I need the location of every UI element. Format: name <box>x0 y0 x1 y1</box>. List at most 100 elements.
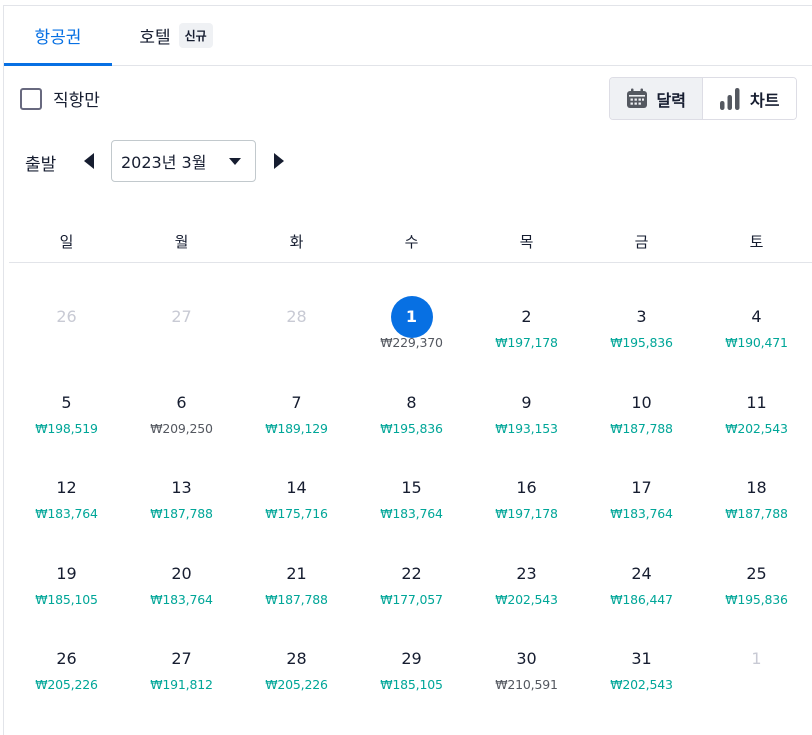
calendar-day[interactable]: 18 ₩187,788 <box>699 467 812 537</box>
day-price: ₩187,788 <box>725 506 788 521</box>
calendar-day: 1 <box>699 638 812 708</box>
direct-only-label: 직항만 <box>53 91 100 111</box>
day-price: ₩202,543 <box>725 420 788 436</box>
day-price: ₩195,836 <box>610 335 673 350</box>
day-number: 29 <box>401 649 422 668</box>
weekday-label: 화 <box>289 233 304 251</box>
day-number: 13 <box>171 478 192 497</box>
tab-flights[interactable]: 항공권 <box>4 6 112 66</box>
month-select[interactable]: 2023년 3월 <box>111 140 256 182</box>
day-number: 7 <box>291 392 302 412</box>
day-price: ₩205,226 <box>265 677 328 692</box>
day-price: ₩191,812 <box>150 677 213 692</box>
calendar-day[interactable]: 5 ₩198,519 <box>9 382 124 452</box>
day-price: ₩185,105 <box>380 677 443 692</box>
day-number: 24 <box>631 563 652 583</box>
day-number: 10 <box>631 392 652 412</box>
day-price: ₩205,226 <box>35 677 98 692</box>
day-number: 27 <box>171 649 192 668</box>
calendar-day[interactable]: 7 ₩189,129 <box>239 382 354 452</box>
calendar-day[interactable]: 22 ₩177,057 <box>354 553 469 623</box>
direct-only-filter[interactable]: 직항만 <box>20 86 100 111</box>
day-number: 4 <box>751 307 762 326</box>
day-number: 19 <box>56 563 77 583</box>
calendar-day[interactable]: 30 ₩210,591 <box>469 638 584 708</box>
calendar-day[interactable]: 31 ₩202,543 <box>584 638 699 708</box>
arrow-left-icon[interactable] <box>82 152 96 170</box>
bar-chart-icon <box>720 87 740 110</box>
calendar-day[interactable]: 23 ₩202,543 <box>469 553 584 623</box>
day-price: ₩190,471 <box>725 335 788 350</box>
weekday-label: 금 <box>634 233 649 251</box>
calendar-day[interactable]: 20 ₩183,764 <box>124 553 239 623</box>
calendar-day[interactable]: 24 ₩186,447 <box>584 553 699 623</box>
tab-hotels[interactable]: 호텔 신규 <box>116 6 236 65</box>
day-number: 1 <box>390 296 433 338</box>
view-toggle: 달력 차트 <box>609 77 797 120</box>
calendar-day[interactable]: 13 ₩187,788 <box>124 467 239 537</box>
chart-view-label: 차트 <box>750 90 780 110</box>
calendar-day[interactable]: 29 ₩185,105 <box>354 638 469 708</box>
calendar-day[interactable]: 10 ₩187,788 <box>584 382 699 452</box>
arrow-right-icon[interactable] <box>272 152 286 170</box>
day-number: 5 <box>61 392 72 412</box>
day-price: ₩195,836 <box>725 591 788 607</box>
weekday-header: 일월화수목금토 <box>9 219 812 263</box>
day-price: ₩210,591 <box>495 677 558 692</box>
day-number: 14 <box>286 478 307 497</box>
calendar-day[interactable]: 9 ₩193,153 <box>469 382 584 452</box>
calendar-day[interactable]: 26 ₩205,226 <box>9 638 124 708</box>
day-number: 21 <box>286 563 307 583</box>
day-price: ₩197,178 <box>495 506 558 521</box>
day-number: 30 <box>516 649 537 668</box>
day-price: ₩183,764 <box>150 591 213 607</box>
calendar-view-button[interactable]: 달력 <box>610 78 703 119</box>
day-number: 18 <box>746 478 767 497</box>
day-price: ₩197,178 <box>495 335 558 350</box>
weekday-label: 토 <box>749 233 764 251</box>
day-number: 26 <box>56 649 77 668</box>
calendar-day[interactable]: 14 ₩175,716 <box>239 467 354 537</box>
calendar-day[interactable]: 1 ₩229,370 <box>354 296 469 366</box>
calendar-day[interactable]: 2 ₩197,178 <box>469 296 584 366</box>
day-number: 20 <box>171 563 192 583</box>
day-price: ₩189,129 <box>265 420 328 436</box>
weekday-label: 월 <box>174 233 189 251</box>
day-number: 27 <box>171 307 192 326</box>
day-price: ₩175,716 <box>265 506 328 521</box>
calendar-day[interactable]: 28 ₩205,226 <box>239 638 354 708</box>
day-number: 22 <box>401 563 422 583</box>
calendar-day[interactable]: 6 ₩209,250 <box>124 382 239 452</box>
day-number: 6 <box>176 392 187 412</box>
day-number: 26 <box>56 307 77 326</box>
calendar-day[interactable]: 15 ₩183,764 <box>354 467 469 537</box>
new-badge: 신규 <box>178 23 213 48</box>
calendar-day[interactable]: 3 ₩195,836 <box>584 296 699 366</box>
chart-view-button[interactable]: 차트 <box>702 78 796 119</box>
calendar-day[interactable]: 4 ₩190,471 <box>699 296 812 366</box>
tab-flights-label: 항공권 <box>34 28 82 48</box>
day-number: 8 <box>406 392 417 412</box>
calendar-day[interactable]: 11 ₩202,543 <box>699 382 812 452</box>
weekday-label: 수 <box>404 233 419 251</box>
day-price: ₩202,543 <box>495 591 558 607</box>
calendar-day[interactable]: 21 ₩187,788 <box>239 553 354 623</box>
calendar-day[interactable]: 12 ₩183,764 <box>9 467 124 537</box>
day-price: ₩198,519 <box>35 420 98 436</box>
calendar-day[interactable]: 27 ₩191,812 <box>124 638 239 708</box>
day-price: ₩177,057 <box>380 591 443 607</box>
calendar-day[interactable]: 8 ₩195,836 <box>354 382 469 452</box>
calendar-day[interactable]: 16 ₩197,178 <box>469 467 584 537</box>
day-price: ₩202,543 <box>610 677 673 692</box>
weekday-label: 목 <box>519 233 534 251</box>
calendar-day[interactable]: 25 ₩195,836 <box>699 553 812 623</box>
day-price: ₩229,370 <box>380 335 443 350</box>
calendar-day[interactable]: 19 ₩185,105 <box>9 553 124 623</box>
day-number: 2 <box>521 307 532 326</box>
direct-only-checkbox[interactable] <box>20 87 42 110</box>
tab-hotels-label: 호텔 <box>139 28 171 48</box>
day-number: 23 <box>516 563 537 583</box>
caret-down-icon <box>229 158 241 165</box>
calendar-day[interactable]: 17 ₩183,764 <box>584 467 699 537</box>
day-price: ₩183,764 <box>380 506 443 521</box>
